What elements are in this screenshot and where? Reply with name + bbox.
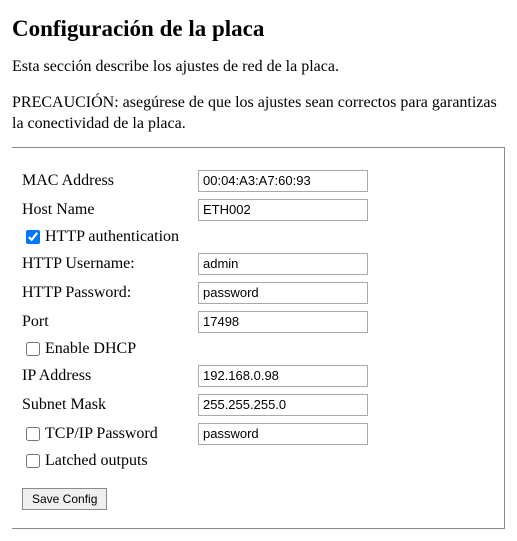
row-port: Port	[12, 311, 488, 333]
page-title: Configuración de la placa	[12, 16, 505, 42]
row-latched: Latched outputs	[12, 452, 488, 470]
row-dhcp: Enable DHCP	[12, 340, 488, 358]
input-mac[interactable]	[198, 170, 368, 192]
label-latched: Latched outputs	[45, 452, 148, 470]
input-port[interactable]	[198, 311, 368, 333]
row-host: Host Name	[12, 199, 488, 221]
row-httpauth: HTTP authentication	[12, 228, 488, 246]
caution-text: PRECAUCIÓN: asegúrese de que los ajustes…	[12, 92, 505, 135]
input-ip[interactable]	[198, 365, 368, 387]
input-subnet[interactable]	[198, 394, 368, 416]
label-port: Port	[22, 313, 49, 331]
label-host: Host Name	[22, 201, 94, 219]
row-mac: MAC Address	[12, 170, 488, 192]
label-httppass: HTTP Password:	[22, 284, 131, 302]
checkbox-tcppass[interactable]	[26, 427, 40, 441]
label-mac: MAC Address	[22, 172, 114, 190]
row-save: Save Config	[12, 488, 488, 510]
checkbox-dhcp[interactable]	[26, 342, 40, 356]
row-httppass: HTTP Password:	[12, 282, 488, 304]
input-httppass[interactable]	[198, 282, 368, 304]
label-tcppass: TCP/IP Password	[45, 425, 158, 443]
label-httpauth: HTTP authentication	[45, 228, 179, 246]
config-panel: MAC Address Host Name HTTP authenticatio…	[12, 147, 505, 529]
intro-text: Esta sección describe los ajustes de red…	[12, 56, 505, 78]
row-tcppass: TCP/IP Password	[12, 423, 488, 445]
row-ip: IP Address	[12, 365, 488, 387]
row-subnet: Subnet Mask	[12, 394, 488, 416]
label-ip: IP Address	[22, 367, 91, 385]
label-httpuser: HTTP Username:	[22, 255, 135, 273]
label-subnet: Subnet Mask	[22, 396, 106, 414]
input-tcppass[interactable]	[198, 423, 368, 445]
save-button[interactable]: Save Config	[22, 488, 107, 510]
input-httpuser[interactable]	[198, 253, 368, 275]
checkbox-latched[interactable]	[26, 454, 40, 468]
label-dhcp: Enable DHCP	[45, 340, 136, 358]
row-httpuser: HTTP Username:	[12, 253, 488, 275]
checkbox-httpauth[interactable]	[26, 230, 40, 244]
input-host[interactable]	[198, 199, 368, 221]
